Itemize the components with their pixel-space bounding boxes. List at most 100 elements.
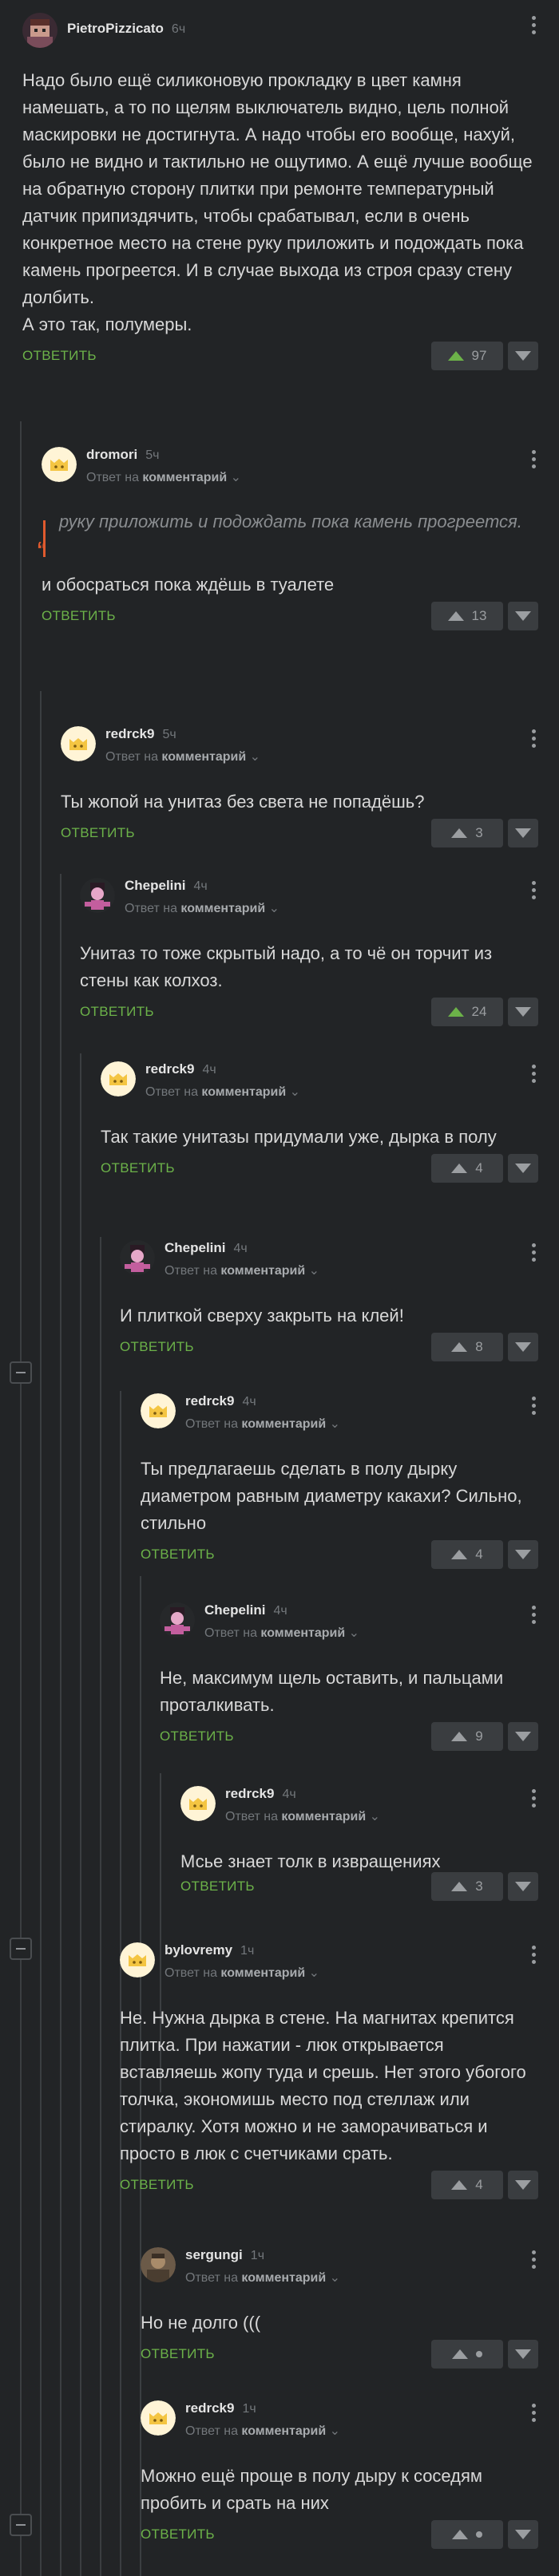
comment: Chepelini 4ч Ответ на комментарий ⌄ Не, м… xyxy=(160,1601,538,1754)
reply-to-link[interactable]: Ответ на комментарий ⌄ xyxy=(165,1965,319,1981)
reply-to-link[interactable]: Ответ на комментарий ⌄ xyxy=(165,1262,319,1278)
more-options-icon[interactable] xyxy=(525,2250,541,2269)
reply-to-link[interactable]: Ответ на комментарий ⌄ xyxy=(185,1416,340,1432)
thread-line xyxy=(80,1053,81,2576)
cat-face-avatar[interactable] xyxy=(120,1942,155,1977)
cat-face-avatar[interactable] xyxy=(101,1061,136,1096)
reply-button[interactable]: ОТВЕТИТЬ xyxy=(141,1547,215,1563)
author-name[interactable]: redrck9 xyxy=(145,1061,194,1077)
reply-button[interactable]: ОТВЕТИТЬ xyxy=(160,1729,234,1744)
reply-button[interactable]: ОТВЕТИТЬ xyxy=(120,2177,194,2193)
reply-target: комментарий xyxy=(241,1417,327,1431)
upvote-button[interactable]: 97 xyxy=(431,342,503,370)
comment: PietroPizzicato 6ч Надо было ещё силиконо… xyxy=(22,11,538,373)
upvote-button[interactable]: 9 xyxy=(431,1722,503,1751)
arrow-up-icon xyxy=(451,2180,468,2190)
downvote-button[interactable] xyxy=(508,819,538,847)
comment-header: Chepelini 4ч Ответ на комментарий ⌄ xyxy=(120,1239,538,1283)
more-options-icon[interactable] xyxy=(525,450,541,468)
cat-face-avatar[interactable] xyxy=(180,1786,216,1821)
reply-to-link[interactable]: Ответ на комментарий ⌄ xyxy=(125,900,280,916)
reply-button[interactable]: ОТВЕТИТЬ xyxy=(80,1004,154,1020)
author-name[interactable]: redrck9 xyxy=(105,726,154,741)
reply-button[interactable]: ОТВЕТИТЬ xyxy=(120,1339,194,1355)
author-name[interactable]: Chepelini xyxy=(165,1240,226,1255)
comment: redrck9 4ч Ответ на комментарий ⌄ Так так… xyxy=(101,1060,538,1186)
upvote-button[interactable]: 8 xyxy=(431,1333,503,1361)
reply-to-link[interactable]: Ответ на комментарий ⌄ xyxy=(185,2270,340,2286)
reply-to-link[interactable]: Ответ на комментарий ⌄ xyxy=(145,1084,300,1100)
downvote-button[interactable] xyxy=(508,2340,538,2369)
upvote-button[interactable]: 3 xyxy=(431,819,503,847)
pink-character-avatar[interactable] xyxy=(80,878,115,913)
collapse-thread-button[interactable] xyxy=(10,1361,32,1384)
collapse-thread-button[interactable] xyxy=(10,1938,32,1960)
upvote-button[interactable] xyxy=(431,2520,503,2549)
upvote-button[interactable]: 4 xyxy=(431,1540,503,1569)
pink-character-avatar[interactable] xyxy=(160,1602,195,1638)
reply-button[interactable]: ОТВЕТИТЬ xyxy=(101,1160,175,1176)
upvote-button[interactable]: 4 xyxy=(431,2171,503,2199)
reply-to-link[interactable]: Ответ на комментарий ⌄ xyxy=(105,749,260,765)
upvote-button[interactable] xyxy=(431,2340,503,2369)
cat-face-avatar[interactable] xyxy=(141,2400,176,2436)
reply-to-link[interactable]: Ответ на комментарий ⌄ xyxy=(86,469,241,485)
upvote-button[interactable]: 4 xyxy=(431,1154,503,1183)
reply-to-link[interactable]: Ответ на комментарий ⌄ xyxy=(225,1808,380,1824)
reply-button[interactable]: ОТВЕТИТЬ xyxy=(141,2346,215,2362)
more-options-icon[interactable] xyxy=(525,881,541,899)
downvote-button[interactable] xyxy=(508,998,538,1026)
downvote-button[interactable] xyxy=(508,1872,538,1901)
author-name[interactable]: Chepelini xyxy=(125,878,186,893)
comment-time: 1ч xyxy=(242,2402,256,2416)
author-name[interactable]: Chepelini xyxy=(204,1602,266,1618)
more-options-icon[interactable] xyxy=(525,1065,541,1083)
downvote-button[interactable] xyxy=(508,2520,538,2549)
pink-character-avatar[interactable] xyxy=(120,1240,155,1275)
pixel-character-avatar[interactable] xyxy=(22,13,57,48)
cat-face-avatar[interactable] xyxy=(42,447,77,482)
vote-controls: 3 xyxy=(431,1872,538,1901)
author-name[interactable]: bylovremy xyxy=(165,1942,232,1958)
reply-prefix: Ответ на xyxy=(185,1417,238,1431)
chevron-down-icon: ⌄ xyxy=(329,2424,341,2438)
reply-button[interactable]: ОТВЕТИТЬ xyxy=(180,1879,255,1894)
more-options-icon[interactable] xyxy=(525,1397,541,1415)
downvote-button[interactable] xyxy=(508,1722,538,1751)
downvote-button[interactable] xyxy=(508,2171,538,2199)
upvote-button[interactable]: 24 xyxy=(431,998,503,1026)
cat-face-avatar[interactable] xyxy=(141,1393,176,1428)
downvote-button[interactable] xyxy=(508,602,538,630)
more-options-icon[interactable] xyxy=(525,1789,541,1808)
reply-to-link[interactable]: Ответ на комментарий ⌄ xyxy=(204,1625,359,1641)
downvote-button[interactable] xyxy=(508,1154,538,1183)
author-name[interactable]: sergungi xyxy=(185,2247,243,2262)
reply-button[interactable]: ОТВЕТИТЬ xyxy=(141,2527,215,2542)
author-name[interactable]: PietroPizzicato xyxy=(67,21,164,36)
more-options-icon[interactable] xyxy=(525,2404,541,2422)
more-options-icon[interactable] xyxy=(525,1606,541,1624)
author-name[interactable]: redrck9 xyxy=(185,2400,234,2416)
downvote-button[interactable] xyxy=(508,1333,538,1361)
reply-prefix: Ответ на xyxy=(165,1966,217,1980)
more-options-icon[interactable] xyxy=(525,729,541,748)
author-name[interactable]: dromori xyxy=(86,447,137,462)
author-name[interactable]: redrck9 xyxy=(185,1393,234,1409)
more-options-icon[interactable] xyxy=(525,16,541,34)
more-options-icon[interactable] xyxy=(525,1243,541,1262)
author-name[interactable]: redrck9 xyxy=(225,1786,274,1801)
upvote-button[interactable]: 3 xyxy=(431,1872,503,1901)
downvote-button[interactable] xyxy=(508,1540,538,1569)
collapse-thread-button[interactable] xyxy=(10,2514,32,2536)
more-options-icon[interactable] xyxy=(525,1946,541,1964)
comment-header: dromori 5ч Ответ на комментарий ⌄ xyxy=(42,445,538,490)
reply-button[interactable]: ОТВЕТИТЬ xyxy=(61,825,135,841)
photo-avatar[interactable] xyxy=(141,2247,176,2282)
reply-button[interactable]: ОТВЕТИТЬ xyxy=(22,348,97,364)
arrow-up-icon xyxy=(451,1732,468,1741)
downvote-button[interactable] xyxy=(508,342,538,370)
cat-face-avatar[interactable] xyxy=(61,726,96,761)
reply-button[interactable]: ОТВЕТИТЬ xyxy=(42,608,116,624)
upvote-button[interactable]: 13 xyxy=(431,602,503,630)
reply-to-link[interactable]: Ответ на комментарий ⌄ xyxy=(185,2423,340,2439)
